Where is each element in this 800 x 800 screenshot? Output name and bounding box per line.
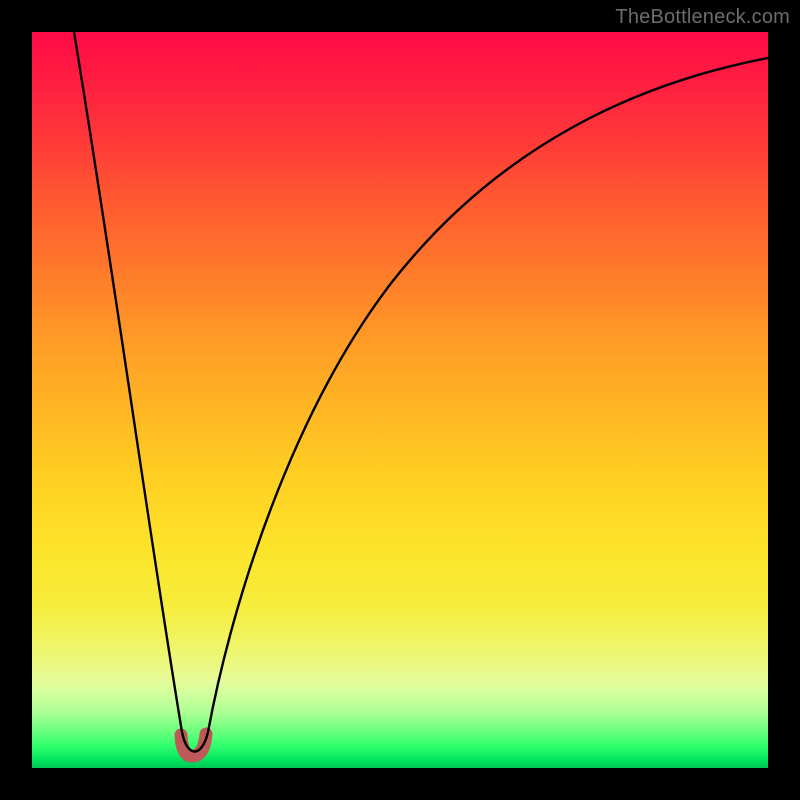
plot-area [32,32,768,768]
bottleneck-curve [74,32,768,752]
watermark-text: TheBottleneck.com [615,6,790,29]
chart-frame: TheBottleneck.com [0,0,800,800]
curve-svg [32,32,768,768]
